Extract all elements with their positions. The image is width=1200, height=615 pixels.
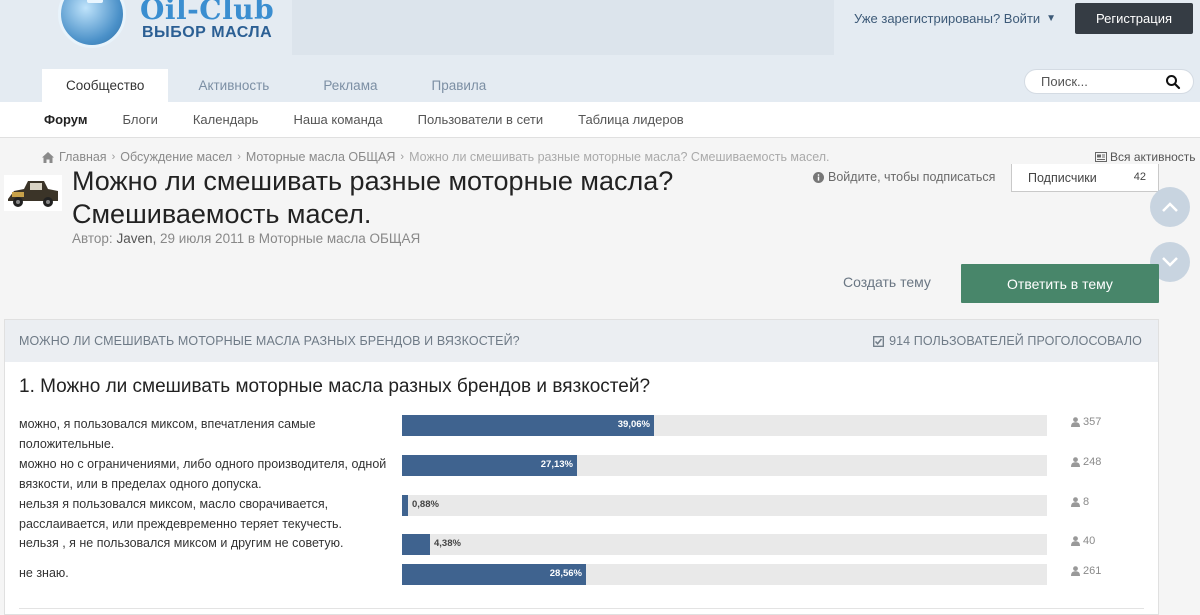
poll-option-percent: 28,56%: [549, 568, 582, 579]
chevron-down-icon: ▼: [1046, 13, 1057, 24]
user-icon: [1071, 566, 1080, 576]
poll-option-fill: [402, 534, 430, 555]
tab-community[interactable]: Сообщество: [42, 69, 169, 102]
tab-rules[interactable]: Правила: [407, 69, 510, 102]
chevron-right-icon: ›: [111, 151, 116, 163]
poll-option-percent: 4,38%: [434, 538, 461, 549]
poll-question: 1. Можно ли смешивать моторные масла раз…: [19, 376, 651, 397]
user-icon: [1071, 417, 1080, 427]
signin-label: Уже зарегистрированы? Войти: [854, 11, 1041, 26]
breadcrumb-current: Можно ли смешивать разные моторные масла…: [409, 150, 830, 164]
poll-divider: [19, 608, 1144, 609]
user-icon: [1071, 457, 1080, 467]
poll-option-votes: 357: [1071, 416, 1101, 428]
followers-label: Подписчики: [1028, 170, 1097, 185]
subnav-item-calendar[interactable]: Календарь: [193, 112, 259, 127]
chevron-down-icon: [1162, 257, 1178, 267]
poll-option-fill: [402, 495, 408, 516]
tab-advertising[interactable]: Реклама: [299, 69, 401, 102]
follow-signin-link[interactable]: Войдите, чтобы подписаться: [813, 170, 995, 184]
chevron-up-icon: [1162, 202, 1178, 212]
poll-option-label: нельзя , я не пользовался миксом и други…: [19, 536, 344, 550]
breadcrumb-discussion[interactable]: Обсуждение масел: [120, 150, 232, 164]
subnav-item-team[interactable]: Наша команда: [293, 112, 382, 127]
breadcrumb-forum[interactable]: Моторные масла ОБЩАЯ: [246, 150, 396, 164]
follow-text: Войдите, чтобы подписаться: [828, 170, 996, 184]
poll-header: МОЖНО ЛИ СМЕШИВАТЬ МОТОРНЫЕ МАСЛА РАЗНЫХ…: [5, 320, 1158, 362]
poll-total-votes: 914 ПОЛЬЗОВАТЕЛЕЙ ПРОГОЛОСОВАЛО: [873, 334, 1142, 348]
oil-can-logo-icon: [58, 0, 126, 48]
poll-option-votes-count: 357: [1083, 416, 1102, 428]
checkbox-checked-icon: [873, 335, 885, 347]
followers-button[interactable]: Подписчики 42: [1011, 164, 1159, 192]
subnav-item-online-users[interactable]: Пользователи в сети: [418, 112, 544, 127]
tab-activity[interactable]: Активность: [174, 69, 293, 102]
subnav-item-forum[interactable]: Форум: [44, 112, 87, 127]
in-word: в: [244, 231, 259, 246]
author-name[interactable]: Javen: [116, 231, 152, 246]
poll-option-votes: 40: [1071, 535, 1095, 547]
logo-subtitle: ВЫБОР МАСЛА: [142, 24, 273, 41]
poll-option-votes: 248: [1071, 456, 1101, 468]
poll-option-votes-count: 8: [1083, 496, 1090, 508]
poll-option-label: не знаю.: [19, 566, 69, 580]
main-tabs: Сообщество Активность Реклама Правила: [42, 69, 516, 102]
poll-header-title: МОЖНО ЛИ СМЕШИВАТЬ МОТОРНЫЕ МАСЛА РАЗНЫХ…: [19, 334, 520, 348]
site-header: Oil-Club ВЫБОР МАСЛА Уже зарегистрирован…: [0, 0, 1200, 102]
chevron-right-icon: ›: [237, 151, 241, 163]
poll-option-votes-count: 40: [1083, 535, 1096, 547]
poll-option-bar: 39,06%: [402, 415, 1047, 436]
breadcrumb: Главная › Обсуждение масел › Моторные ма…: [42, 150, 830, 164]
search-input[interactable]: [1041, 74, 1159, 89]
poll-option-votes: 261: [1071, 565, 1101, 577]
forum-subnav: Форум Блоги Календарь Наша команда Польз…: [0, 102, 1200, 138]
poll-option-percent: 39,06%: [617, 419, 650, 430]
signin-link[interactable]: Уже зарегистрированы? Войти ▼: [854, 11, 1056, 26]
home-icon: [42, 151, 54, 163]
poll-option-bar: 27,13%: [402, 455, 1047, 476]
poll-option-bar: 4,38%: [402, 534, 1047, 555]
poll-total-votes-label: 914 ПОЛЬЗОВАТЕЛЕЙ ПРОГОЛОСОВАЛО: [889, 334, 1142, 348]
user-icon: [1071, 536, 1080, 546]
info-icon: [813, 171, 824, 183]
all-activity-link[interactable]: Вся активность: [1095, 150, 1196, 164]
site-logo[interactable]: Oil-Club ВЫБОР МАСЛА: [56, 0, 296, 50]
author-comma: ,: [152, 231, 160, 246]
search-icon[interactable]: [1165, 74, 1181, 90]
poll-option-percent: 0,88%: [412, 499, 439, 510]
poll-option-votes-count: 261: [1083, 565, 1102, 577]
all-activity-label: Вся активность: [1110, 150, 1196, 164]
poll-option-label: нельзя я пользовался миксом, масло свора…: [19, 497, 343, 531]
chevron-right-icon: ›: [400, 151, 405, 163]
breadcrumb-home[interactable]: Главная: [59, 150, 107, 164]
poll-option-bar: 0,88%: [402, 495, 1047, 516]
poll-option-label: можно но с ограничениями, либо одного пр…: [19, 457, 387, 491]
rss-feed-icon: [1095, 152, 1107, 162]
create-topic-button[interactable]: Создать тему: [843, 274, 931, 290]
poll-option-percent: 27,13%: [540, 459, 573, 470]
topic-meta: Автор: Javen, 29 июля 2011 в Моторные ма…: [72, 231, 420, 246]
followers-count: 42: [1133, 171, 1146, 183]
author-prefix: Автор:: [72, 231, 117, 246]
poll-option-bar: 28,56%: [402, 564, 1047, 585]
poll-panel: МОЖНО ЛИ СМЕШИВАТЬ МОТОРНЫЕ МАСЛА РАЗНЫХ…: [4, 319, 1159, 615]
header-banner: [292, 0, 834, 55]
subnav-item-leaderboard[interactable]: Таблица лидеров: [578, 112, 684, 127]
poll-option-votes-count: 248: [1083, 456, 1102, 468]
search-box: [1024, 69, 1194, 94]
topic-title: Можно ли смешивать разные моторные масла…: [72, 166, 674, 229]
register-button[interactable]: Регистрация: [1075, 3, 1193, 34]
poll-option-votes: 8: [1071, 496, 1089, 508]
topic-forum-link[interactable]: Моторные масла ОБЩАЯ: [259, 231, 421, 246]
logo-title: Oil-Club: [140, 0, 275, 26]
author-avatar[interactable]: [4, 175, 62, 211]
subnav-item-blogs[interactable]: Блоги: [122, 112, 157, 127]
poll-option-fill: [402, 415, 654, 436]
poll-option-label: можно, я пользовался миксом, впечатления…: [19, 417, 316, 451]
scroll-up-button[interactable]: [1150, 187, 1190, 227]
user-icon: [1071, 497, 1080, 507]
topic-date: 29 июля 2011: [159, 231, 245, 246]
reply-topic-button[interactable]: Ответить в тему: [961, 264, 1159, 303]
